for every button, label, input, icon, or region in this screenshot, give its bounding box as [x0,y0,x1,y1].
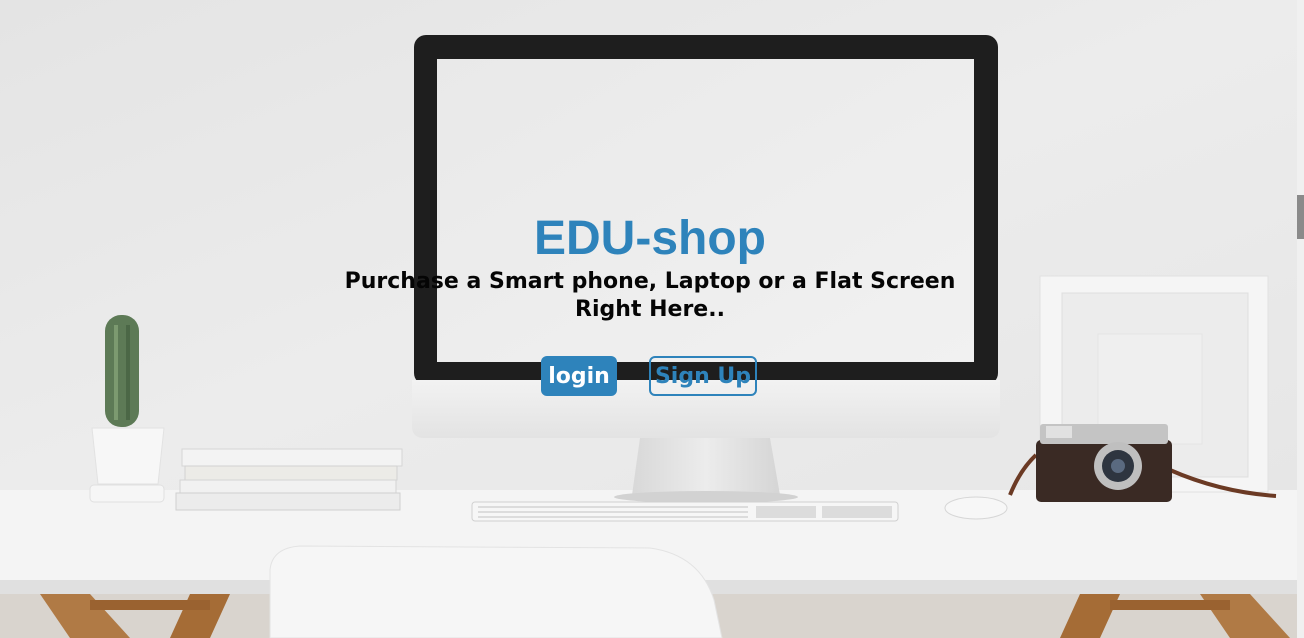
keyboard-icon [471,501,899,522]
chair-icon [269,545,723,638]
hero-tagline: Purchase a Smart phone, Laptop or a Flat… [344,269,956,322]
signup-button[interactable]: Sign Up [649,356,757,396]
mouse-icon [944,496,1008,520]
login-button[interactable]: login [541,356,617,396]
books-icon [175,448,403,511]
hero-section: EDU-shop Purchase a Smart phone, Laptop … [300,210,1000,324]
page-scrollbar[interactable] [1297,0,1304,638]
hero-actions: login Sign Up [541,356,757,396]
scrollbar-thumb[interactable] [1297,195,1304,239]
landing-page: EDU-shop Purchase a Smart phone, Laptop … [0,0,1304,638]
brand-title: EDU-shop [534,212,766,265]
